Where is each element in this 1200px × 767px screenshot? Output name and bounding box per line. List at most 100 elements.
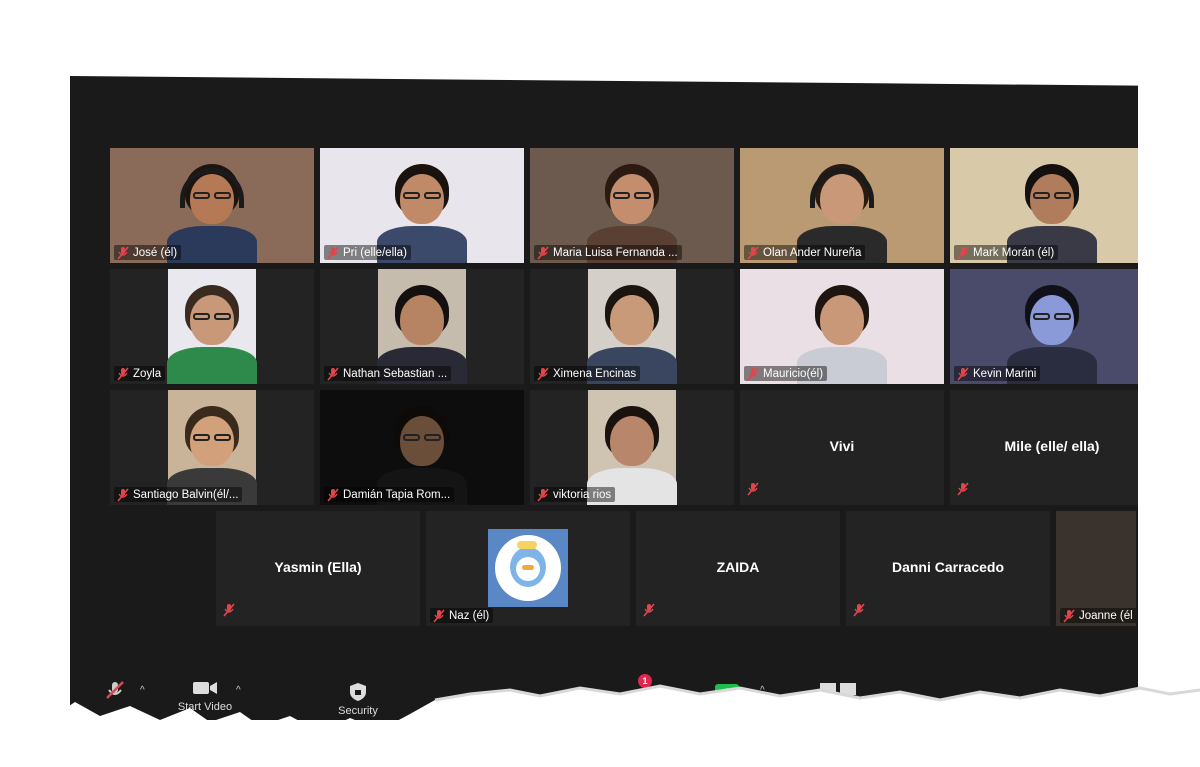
participant-name: José (él) [133,246,178,259]
mic-muted-icon [747,482,759,496]
participant-name-tag: Nathan Sebastian ... [324,366,452,381]
security-button[interactable]: Security [328,682,388,717]
participant-display-name: ZAIDA [716,559,760,575]
participant-name-tag: Olan Ander Nureña [744,245,866,260]
shield-icon [350,683,366,701]
participant-display-name: Mile (elle/ ella) [1004,438,1100,454]
video-camera-icon [193,682,217,694]
breakout-rooms-button[interactable] [818,682,858,699]
penguin-avatar-icon [495,535,561,601]
mic-muted-icon [957,245,969,260]
participant-tile[interactable]: Mark Morán (él) [950,148,1138,263]
start-video-button[interactable]: Start Video [170,680,240,713]
mic-muted-icon [106,681,124,699]
participant-tile[interactable]: Mile (elle/ ella) [950,390,1138,505]
participant-name: Zoyla [133,367,162,380]
mic-muted-icon [537,366,549,381]
participant-name-tag: Ximena Encinas [534,366,641,381]
participant-tile[interactable]: Santiago Balvin(él/... [110,390,314,505]
participant-display-name: Yasmin (Ella) [274,559,362,575]
mic-muted-icon [643,603,655,617]
participant-tile[interactable]: José (él) [110,148,314,263]
participant-name-tag: José (él) [114,245,182,260]
participant-tile[interactable]: Nathan Sebastian ... [320,269,524,384]
chat-notification-badge: 1 [638,674,652,688]
participant-name: Nathan Sebastian ... [343,367,448,380]
mic-muted-icon [957,366,969,381]
participant-name-tag: Kevin Marini [954,366,1041,381]
mic-muted-icon [537,245,549,260]
participant-name: Mauricio(él) [763,367,824,380]
mic-muted-icon [747,245,759,260]
breakout-rooms-icon [820,683,856,695]
participant-tile[interactable]: Mauricio(él) [740,269,944,384]
participant-tile[interactable]: Kevin Marini [950,269,1138,384]
mute-indicator [642,603,659,622]
zoom-meeting-window: José (él) Pri (elle/ella) Maria Luisa Fern… [70,76,1138,720]
mic-muted-icon [327,487,339,502]
participant-tile[interactable]: Damián Tapia Rom... [320,390,524,505]
mute-button[interactable] [100,680,130,705]
participant-tile[interactable]: Vivi [740,390,944,505]
participant-name: Santiago Balvin(él/... [133,488,239,501]
share-screen-button[interactable] [714,684,740,705]
mic-muted-icon [957,482,969,496]
audio-options-caret[interactable]: ^ [140,685,145,696]
participant-name-tag: Maria Luisa Fernanda ... [534,245,682,260]
mute-indicator [746,482,763,501]
participant-name: Damián Tapia Rom... [343,488,451,501]
start-video-label: Start Video [177,701,233,713]
mute-indicator [222,603,239,622]
mic-muted-icon [327,366,339,381]
participant-tile[interactable]: viktoria rios [530,390,734,505]
mic-muted-icon [117,245,129,260]
participant-tile[interactable]: Pri (elle/ella) [320,148,524,263]
participant-name: Ximena Encinas [553,367,637,380]
security-label: Security [338,705,378,717]
chat-button[interactable]: 1 [630,674,660,688]
participant-name: Maria Luisa Fernanda ... [553,246,678,259]
participant-tile[interactable]: Maria Luisa Fernanda ... [530,148,734,263]
participant-tile[interactable]: Joanne (él [1056,511,1136,626]
share-screen-icon [715,684,739,702]
share-options-caret[interactable]: ^ [760,685,765,696]
participant-name: Joanne (él [1079,609,1133,622]
meeting-toolbar: ^ Start Video ^ Security 1 ^ [70,668,1138,720]
participant-name: viktoria rios [553,488,612,501]
participant-name-tag: Mark Morán (él) [954,245,1059,260]
participant-name-tag: Santiago Balvin(él/... [114,487,243,502]
participant-tile[interactable]: Zoyla [110,269,314,384]
participant-tile[interactable]: Ximena Encinas [530,269,734,384]
participant-name: Mark Morán (él) [973,246,1055,259]
mic-muted-icon [117,366,129,381]
participant-display-name: Vivi [829,438,855,454]
mic-muted-icon [223,603,235,617]
mic-muted-icon [853,603,865,617]
participant-name-tag: Pri (elle/ella) [324,245,411,260]
participant-name-tag: viktoria rios [534,487,616,502]
participant-tile[interactable]: Yasmin (Ella) [216,511,420,626]
participant-name-tag: Zoyla [114,366,166,381]
participant-tile[interactable]: Naz (él) [426,511,630,626]
participant-name-tag: Mauricio(él) [744,366,828,381]
participant-display-name: Danni Carracedo [891,559,1005,575]
mic-muted-icon [537,487,549,502]
participant-name-tag: Damián Tapia Rom... [324,487,455,502]
mic-muted-icon [327,245,339,260]
mic-muted-icon [747,366,759,381]
participant-name: Pri (elle/ella) [343,246,407,259]
participant-name-tag: Joanne (él [1060,608,1136,623]
participant-tile[interactable]: ZAIDA [636,511,840,626]
participant-tile[interactable]: Olan Ander Nureña [740,148,944,263]
participant-tile[interactable]: Danni Carracedo [846,511,1050,626]
participant-name: Kevin Marini [973,367,1037,380]
participant-name-tag: Naz (él) [430,608,494,623]
participant-name: Naz (él) [449,609,490,622]
mute-indicator [956,482,973,501]
video-options-caret[interactable]: ^ [236,685,241,696]
profile-picture [488,529,568,607]
mic-muted-icon [1063,608,1075,623]
participant-name: Olan Ander Nureña [763,246,862,259]
mic-muted-icon [433,608,445,623]
mic-muted-icon [117,487,129,502]
